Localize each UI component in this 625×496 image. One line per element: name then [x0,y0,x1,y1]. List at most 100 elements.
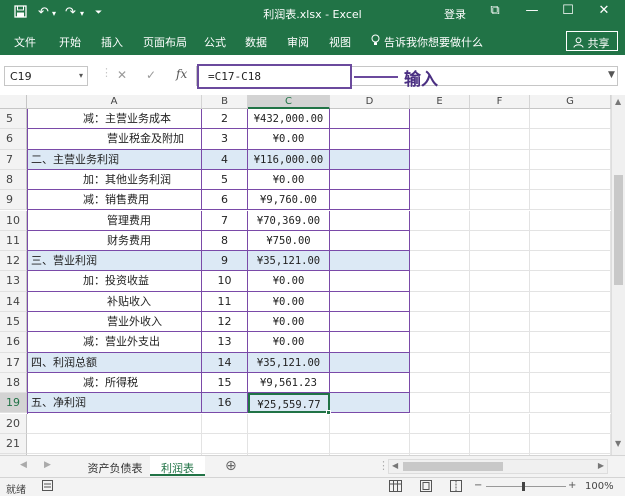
cell-a19[interactable]: 五、净利润 [27,393,202,414]
cell-a14[interactable]: 补贴收入 [27,291,202,312]
cell-a13[interactable]: 加：投资收益 [27,271,202,292]
tab-insert[interactable]: 插入 [101,34,123,50]
cell-g15[interactable] [530,312,611,333]
cell-e18[interactable] [410,372,470,394]
cell-b6[interactable]: 3 [202,129,248,150]
sheet-tab-income[interactable]: 利润表 [150,456,205,476]
macro-record-icon[interactable] [42,480,53,494]
cell-d7[interactable] [330,149,410,170]
expand-formula-bar-icon[interactable]: ▼ [608,70,615,80]
cell-g19[interactable] [530,393,611,414]
cell-c10[interactable]: ¥70,369.00 [248,210,330,231]
horizontal-scrollbar[interactable]: ◀ ▶ [388,459,608,474]
cell-e9[interactable] [410,190,470,211]
insert-function-icon[interactable]: fx [176,67,187,81]
cell-g8[interactable] [530,169,611,191]
row-header[interactable]: 14 [0,291,27,312]
zoom-level[interactable]: 100% [585,481,614,492]
cell-c20[interactable] [248,413,330,434]
cell-a10[interactable]: 管理费用 [27,210,202,231]
cell-b11[interactable]: 8 [202,230,248,252]
cell-b16[interactable]: 13 [202,332,248,353]
cell-c19[interactable]: ¥25,559.77 [248,393,330,414]
cell-a11[interactable]: 财务费用 [27,230,202,252]
cell-d15[interactable] [330,312,410,333]
cell-d14[interactable] [330,291,410,312]
page-break-view-icon[interactable] [450,480,462,495]
cell-b13[interactable]: 10 [202,271,248,292]
cell-f13[interactable] [470,271,530,292]
tab-data[interactable]: 数据 [245,34,267,50]
cell-b19[interactable]: 16 [202,393,248,414]
ribbon-display-options-icon[interactable]: ⧉ [484,3,506,18]
cell-a16[interactable]: 减：营业外支出 [27,332,202,353]
cell-c21[interactable] [248,433,330,455]
add-sheet-icon[interactable]: ⊕ [225,458,237,474]
row-header[interactable]: 21 [0,433,27,455]
tab-review[interactable]: 审阅 [287,34,309,50]
cell-e20[interactable] [410,413,470,434]
row-header[interactable]: 10 [0,210,27,231]
tell-me-search[interactable]: 告诉我你想要做什么 [384,34,483,50]
cell-f19[interactable] [470,393,530,414]
cell-e17[interactable] [410,352,470,373]
page-layout-view-icon[interactable] [420,480,432,495]
worksheet-grid[interactable]: A B C D E F G 5 减：主营业务成本 2 ¥432,000.00 6 营业税金及附加 3 ¥0.… [0,95,625,455]
cell-f12[interactable] [470,251,530,272]
row-header[interactable]: 11 [0,230,27,252]
cell-g10[interactable] [530,210,611,231]
cell-a5[interactable]: 减：主营业务成本 [27,109,202,130]
cell-b12[interactable]: 9 [202,251,248,272]
row-header[interactable]: 8 [0,169,27,191]
cell-e19[interactable] [410,393,470,414]
cell-e7[interactable] [410,149,470,170]
cell-c5[interactable]: ¥432,000.00 [248,109,330,130]
cell-f11[interactable] [470,230,530,252]
cell-c13[interactable]: ¥0.00 [248,271,330,292]
column-header-g[interactable]: G [530,95,611,109]
cell-e13[interactable] [410,271,470,292]
cell-f8[interactable] [470,169,530,191]
select-all-corner[interactable] [0,95,27,109]
cell-f15[interactable] [470,312,530,333]
cell-a7[interactable]: 二、主营业务利润 [27,149,202,170]
row-header[interactable]: 5 [0,109,27,130]
cell-b9[interactable]: 6 [202,190,248,211]
cell-c15[interactable]: ¥0.00 [248,312,330,333]
row-header[interactable]: 16 [0,332,27,353]
column-header-e[interactable]: E [410,95,470,109]
row-header[interactable]: 20 [0,413,27,434]
cell-g9[interactable] [530,190,611,211]
cell-c7[interactable]: ¥116,000.00 [248,149,330,170]
cell-b17[interactable]: 14 [202,352,248,373]
cell-a17[interactable]: 四、利润总额 [27,352,202,373]
cell-f14[interactable] [470,291,530,312]
tab-page-layout[interactable]: 页面布局 [143,34,187,50]
enter-icon[interactable]: ✓ [146,68,156,82]
cell-g17[interactable] [530,352,611,373]
cell-a21[interactable] [27,433,202,455]
cell-b15[interactable]: 12 [202,312,248,333]
vertical-scrollbar[interactable]: ▲ ▼ [611,95,625,455]
cell-c9[interactable]: ¥9,760.00 [248,190,330,211]
cell-f6[interactable] [470,129,530,150]
cell-g7[interactable] [530,149,611,170]
cell-e8[interactable] [410,169,470,191]
cell-d21[interactable] [330,433,410,455]
cell-b14[interactable]: 11 [202,291,248,312]
tab-home[interactable]: 开始 [59,34,81,50]
cell-g18[interactable] [530,372,611,394]
tab-formulas[interactable]: 公式 [204,34,226,50]
cell-d10[interactable] [330,210,410,231]
cell-f21[interactable] [470,433,530,455]
close-button[interactable]: ✕ [593,3,615,18]
cell-c17[interactable]: ¥35,121.00 [248,352,330,373]
row-header[interactable]: 7 [0,149,27,170]
cell-d20[interactable] [330,413,410,434]
zoom-in-icon[interactable]: + [568,480,576,491]
zoom-slider[interactable] [486,486,566,487]
prev-sheet-icon[interactable]: ◀ [20,460,27,470]
cell-a15[interactable]: 营业外收入 [27,312,202,333]
scroll-down-icon[interactable]: ▼ [615,439,621,448]
scroll-right-icon[interactable]: ▶ [598,461,604,470]
